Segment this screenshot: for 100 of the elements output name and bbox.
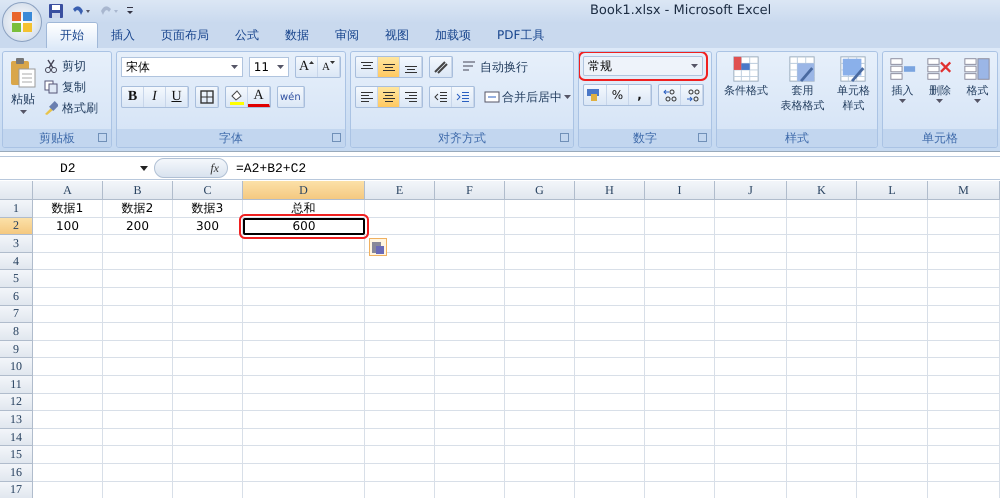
- table-cell[interactable]: [575, 394, 645, 412]
- table-cell[interactable]: [435, 218, 505, 236]
- table-cell[interactable]: [173, 446, 243, 464]
- table-cell[interactable]: [575, 252, 645, 270]
- table-cell[interactable]: [33, 270, 103, 288]
- table-cell[interactable]: [103, 288, 173, 306]
- style-button[interactable]: 单元格 样式: [834, 54, 872, 127]
- table-cell[interactable]: [857, 428, 928, 446]
- table-cell[interactable]: [857, 306, 928, 324]
- table-cell[interactable]: [928, 218, 1000, 236]
- cut-button[interactable]: 剪切: [44, 57, 98, 75]
- table-cell[interactable]: [505, 218, 575, 236]
- table-cell[interactable]: [435, 235, 505, 253]
- table-cell[interactable]: [435, 411, 505, 429]
- table-cell[interactable]: [928, 464, 1000, 482]
- format-painter-button[interactable]: 格式刷: [44, 99, 98, 117]
- column-header[interactable]: G: [505, 181, 575, 200]
- table-cell[interactable]: 200: [103, 218, 173, 236]
- table-cell[interactable]: [928, 235, 1000, 253]
- table-cell[interactable]: [645, 340, 715, 358]
- font-size-dropdown[interactable]: 11: [248, 57, 289, 77]
- table-cell[interactable]: [715, 340, 787, 358]
- row-header[interactable]: 17: [0, 482, 33, 498]
- table-cell[interactable]: [435, 200, 505, 218]
- table-cell[interactable]: [243, 428, 365, 446]
- table-cell[interactable]: [33, 323, 103, 341]
- table-cell[interactable]: [365, 270, 435, 288]
- select-all-button[interactable]: [0, 181, 33, 200]
- table-cell[interactable]: [857, 252, 928, 270]
- ribbon-tab[interactable]: 开始: [46, 22, 98, 48]
- table-cell[interactable]: [173, 394, 243, 412]
- table-cell[interactable]: [435, 270, 505, 288]
- grow-font-button[interactable]: A: [296, 57, 318, 77]
- table-cell[interactable]: [857, 358, 928, 376]
- shrink-font-button[interactable]: A: [318, 57, 340, 77]
- table-cell[interactable]: [645, 446, 715, 464]
- table-cell[interactable]: [645, 288, 715, 306]
- table-cell[interactable]: [103, 428, 173, 446]
- table-cell[interactable]: [33, 376, 103, 394]
- table-cell[interactable]: 数据1: [33, 200, 103, 218]
- table-cell[interactable]: [505, 200, 575, 218]
- table-cell[interactable]: [645, 252, 715, 270]
- table-cell[interactable]: [33, 306, 103, 324]
- ribbon-tab[interactable]: 公式: [222, 23, 272, 48]
- table-cell[interactable]: [857, 446, 928, 464]
- row-header[interactable]: 10: [0, 358, 33, 376]
- table-cell[interactable]: [435, 288, 505, 306]
- table-cell[interactable]: [645, 218, 715, 236]
- table-cell[interactable]: [33, 358, 103, 376]
- table-cell[interactable]: [715, 288, 787, 306]
- cells-button[interactable]: 删除: [924, 54, 956, 127]
- formula-input[interactable]: =A2+B2+C2: [228, 160, 306, 176]
- table-cell[interactable]: [575, 235, 645, 253]
- table-cell[interactable]: [505, 306, 575, 324]
- horizontal-align-button[interactable]: [378, 87, 400, 107]
- table-cell[interactable]: [857, 340, 928, 358]
- row-header[interactable]: 12: [0, 394, 33, 412]
- table-cell[interactable]: [787, 270, 857, 288]
- table-cell[interactable]: [645, 394, 715, 412]
- table-cell[interactable]: [435, 358, 505, 376]
- table-cell[interactable]: [857, 270, 928, 288]
- save-icon[interactable]: [48, 3, 64, 19]
- table-cell[interactable]: [33, 252, 103, 270]
- table-cell[interactable]: [435, 464, 505, 482]
- column-header[interactable]: F: [435, 181, 505, 200]
- table-cell[interactable]: [645, 270, 715, 288]
- table-cell[interactable]: [575, 306, 645, 324]
- row-header[interactable]: 8: [0, 323, 33, 341]
- table-cell[interactable]: [715, 252, 787, 270]
- table-cell[interactable]: [243, 394, 365, 412]
- style-button[interactable]: 套用 表格格式: [778, 54, 826, 127]
- table-cell[interactable]: [645, 464, 715, 482]
- table-cell[interactable]: [505, 446, 575, 464]
- table-cell[interactable]: [645, 235, 715, 253]
- table-cell[interactable]: [103, 446, 173, 464]
- table-cell[interactable]: [505, 252, 575, 270]
- table-cell[interactable]: [173, 270, 243, 288]
- table-cell[interactable]: [33, 235, 103, 253]
- table-cell[interactable]: [173, 464, 243, 482]
- table-cell[interactable]: [33, 446, 103, 464]
- table-cell[interactable]: [103, 252, 173, 270]
- table-cell[interactable]: [715, 428, 787, 446]
- table-cell[interactable]: [365, 411, 435, 429]
- wrap-text-button[interactable]: 自动换行: [462, 58, 528, 76]
- table-cell[interactable]: [787, 323, 857, 341]
- row-header[interactable]: 11: [0, 376, 33, 394]
- table-cell[interactable]: [103, 464, 173, 482]
- paste-button[interactable]: 粘贴: [6, 55, 40, 126]
- table-cell[interactable]: [173, 358, 243, 376]
- table-cell[interactable]: [787, 340, 857, 358]
- table-cell[interactable]: [103, 306, 173, 324]
- table-cell[interactable]: [575, 464, 645, 482]
- table-cell[interactable]: [435, 323, 505, 341]
- underline-button[interactable]: U: [166, 87, 188, 107]
- table-cell[interactable]: [715, 358, 787, 376]
- office-button[interactable]: [2, 2, 42, 42]
- table-cell[interactable]: [928, 323, 1000, 341]
- table-cell[interactable]: [928, 306, 1000, 324]
- table-cell[interactable]: [103, 340, 173, 358]
- phonetic-button[interactable]: wén: [278, 87, 304, 107]
